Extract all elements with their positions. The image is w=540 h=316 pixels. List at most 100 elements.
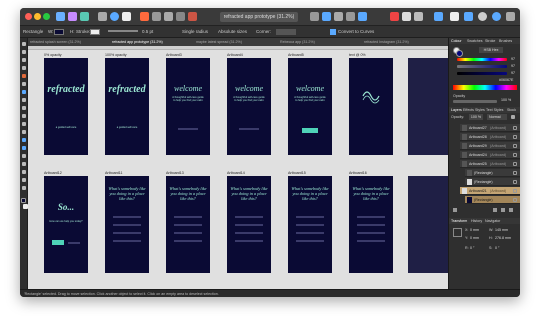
form-field[interactable] — [113, 240, 141, 242]
w-value[interactable]: 145 mm — [495, 228, 508, 232]
layer-visibility-checkbox[interactable] — [513, 162, 517, 166]
pencil-tool-icon[interactable] — [22, 82, 26, 86]
layer-visibility-checkbox[interactable] — [513, 198, 517, 202]
fill-tool-icon[interactable] — [22, 98, 26, 102]
stroke-slider[interactable] — [108, 30, 138, 32]
artboard[interactable]: welcome A thoughtful self-care guide to … — [288, 58, 332, 155]
hand-tool-icon[interactable] — [22, 186, 26, 190]
tab-text-styles[interactable]: Text Styles — [486, 107, 503, 113]
tab-history[interactable]: History — [471, 218, 482, 224]
panel-toggle-icon[interactable] — [506, 12, 515, 21]
doc-tab[interactable]: refracted splash screen (31.2%) — [30, 38, 81, 46]
tab-colour[interactable]: Colour — [451, 38, 462, 44]
layer-row[interactable]: Artboard27 (Artboard) — [460, 124, 520, 132]
layer-visibility-checkbox[interactable] — [513, 135, 517, 139]
saturation-slider[interactable] — [457, 65, 507, 68]
form-field[interactable] — [296, 224, 324, 226]
color-mode-dropdown[interactable]: HSB Hex — [479, 47, 503, 53]
add-layer-icon[interactable] — [453, 208, 457, 212]
rotation-value[interactable]: 0 ° — [470, 246, 474, 250]
crop-tool-icon[interactable] — [22, 122, 26, 126]
layer-visibility-checkbox[interactable] — [513, 153, 517, 157]
layer-row-selected[interactable]: (Rectangle) — [465, 196, 520, 204]
place-tool-icon[interactable] — [22, 130, 26, 134]
form-field[interactable] — [113, 216, 141, 218]
align-icon[interactable] — [164, 12, 173, 21]
back-icon[interactable] — [358, 12, 367, 21]
intersect-icon[interactable] — [414, 12, 423, 21]
single-radius-checkbox[interactable]: Single radius — [182, 26, 208, 38]
frame-text-tool-icon[interactable] — [22, 170, 26, 174]
distribute-icon[interactable] — [322, 12, 331, 21]
artboard[interactable]: What's somebody like you doing in a plac… — [349, 176, 393, 273]
layer-row[interactable]: (Rectangle) — [465, 169, 520, 177]
answer-button[interactable] — [52, 240, 64, 245]
pixel-persona-icon[interactable] — [68, 12, 77, 21]
doc-tab[interactable]: refracted Instagram (31.2%) — [364, 38, 409, 46]
tab-swatches[interactable]: Swatches — [467, 38, 483, 44]
form-field[interactable] — [113, 232, 141, 234]
gear-icon[interactable] — [511, 115, 515, 119]
form-field[interactable] — [174, 240, 202, 242]
layer-row[interactable]: (Rectangle) — [465, 178, 520, 186]
settings-icon[interactable] — [122, 12, 131, 21]
export-persona-icon[interactable] — [80, 12, 89, 21]
tab-layers[interactable]: Layers — [451, 107, 462, 113]
form-field[interactable] — [174, 224, 202, 226]
form-field[interactable] — [357, 216, 385, 218]
tab-effects[interactable]: Effects — [463, 107, 474, 113]
globe-icon[interactable] — [110, 12, 119, 21]
brush-tool-icon[interactable] — [22, 90, 26, 94]
artboard[interactable]: What's somebody like you doing in a plac… — [227, 176, 271, 273]
brightness-value[interactable]: 97 — [511, 71, 515, 75]
boolean-icon[interactable] — [390, 12, 399, 21]
fill-color-swatch[interactable] — [21, 198, 26, 203]
y-value[interactable]: 0 mm — [470, 236, 479, 240]
doc-tab[interactable]: maybe latest spread (31.2%) — [196, 38, 242, 46]
artboard[interactable]: What's somebody like you doing in a plac… — [288, 176, 332, 273]
move-tool-icon[interactable] — [22, 42, 26, 46]
canvas[interactable]: 0% opacity refracted a guided self-care … — [28, 46, 448, 289]
form-field[interactable] — [174, 232, 202, 234]
blend-mode-dropdown[interactable]: Normal — [487, 114, 507, 120]
tab-transform[interactable]: Transform — [451, 218, 467, 224]
tab-stock[interactable]: Stock — [507, 107, 516, 113]
persona-icon[interactable] — [56, 12, 65, 21]
zoom-tool-icon[interactable] — [22, 178, 26, 182]
rotate-icon[interactable] — [188, 12, 197, 21]
hue-slider[interactable] — [457, 58, 507, 61]
layer-visibility-checkbox[interactable] — [513, 126, 517, 130]
tab-styles[interactable]: Styles — [475, 107, 485, 113]
artboard[interactable]: refracted a guided self-care — [44, 58, 88, 155]
answer-option[interactable] — [68, 242, 80, 244]
layer-row[interactable]: Artboard28 (Artboard) — [460, 133, 520, 141]
forward-icon[interactable] — [346, 12, 355, 21]
pen-tool-icon[interactable] — [22, 74, 26, 78]
artboard-partial[interactable] — [408, 58, 448, 155]
fill-well[interactable] — [456, 50, 463, 57]
artboard[interactable]: refracted a guided self-care — [105, 58, 149, 155]
flip-icon[interactable] — [176, 12, 185, 21]
convert-to-curves-button[interactable]: Convert to Curves — [338, 26, 374, 38]
artboard[interactable] — [349, 58, 393, 155]
artboard[interactable]: welcome A thoughtful self-care guide to … — [227, 58, 271, 155]
zoom-window-button[interactable] — [43, 13, 50, 20]
arrange-icon[interactable] — [310, 12, 319, 21]
form-field[interactable] — [235, 240, 263, 242]
trash-icon[interactable] — [509, 208, 513, 212]
layer-opacity-field[interactable]: 100 % — [469, 114, 483, 120]
artboard-partial[interactable] — [408, 176, 448, 273]
node-tool-icon[interactable] — [22, 50, 26, 54]
form-field[interactable] — [357, 224, 385, 226]
snapping-icon[interactable] — [152, 12, 161, 21]
opacity-slider[interactable] — [453, 100, 497, 103]
form-field[interactable] — [296, 216, 324, 218]
shear-value[interactable]: 0 ° — [495, 246, 499, 250]
add-group-icon[interactable] — [493, 208, 497, 212]
view-mode-icon[interactable] — [434, 12, 443, 21]
form-field[interactable] — [235, 224, 263, 226]
minimize-window-button[interactable] — [34, 13, 41, 20]
artboard-tool-icon[interactable] — [22, 58, 26, 62]
tab-navigator[interactable]: Navigator — [485, 218, 500, 224]
form-field[interactable] — [235, 216, 263, 218]
